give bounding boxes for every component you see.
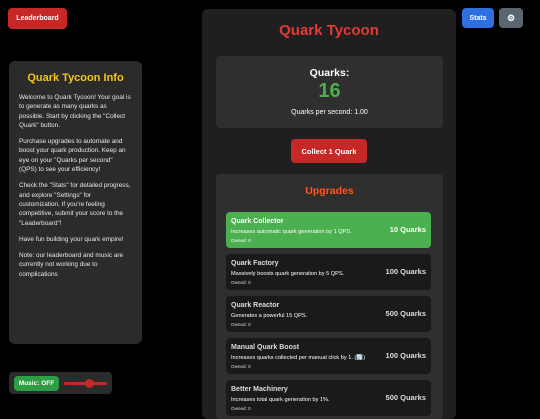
upgrade-quark-reactor[interactable]: Quark Reactor Generates a powerful 15 QP… [226,296,431,332]
upgrade-manual-quark-boost[interactable]: Manual Quark Boost Increases quarks coll… [226,338,431,374]
upgrade-description: Increases quarks collected per manual cl… [231,355,366,361]
qps-text: Quarks per second: 1.00 [291,109,368,116]
upgrade-cost: 500 Quarks [385,393,426,402]
collect-quark-button[interactable]: Collect 1 Quark [291,139,367,163]
info-paragraph: Welcome to Quark Tycoon! Your goal is to… [19,94,131,129]
quark-counter: Quarks: 16 Quarks per second: 1.00 [216,56,443,128]
quarks-value: 16 [318,80,341,102]
music-controls: Music: OFF [9,372,112,394]
upgrade-better-machinery[interactable]: Better Machinery Increases total quark g… [226,380,431,416]
upgrades-title: Upgrades [305,185,354,197]
settings-button[interactable]: ⚙ [499,8,523,28]
upgrade-quark-collector[interactable]: Quark Collector Increases automatic quar… [226,212,431,248]
upgrade-name: Quark Reactor [231,302,280,309]
volume-slider[interactable] [63,378,107,388]
upgrade-owned: Owned: 0 [231,406,251,411]
info-paragraph: Have fun building your quark empire! [19,235,124,243]
upgrade-cost: 100 Quarks [385,351,426,360]
info-paragraph: Purchase upgrades to automate and boost … [19,138,126,174]
info-paragraph: Check the "Stats" for detailed progress,… [19,182,131,227]
upgrade-owned: Owned: 0 [231,322,251,327]
upgrades-panel: Upgrades Quark Collector Increases autom… [216,174,443,419]
upgrade-description: Generates a powerful 15 QPS. [231,313,308,319]
game-title: Quark Tycoon [279,22,379,39]
upgrade-quark-factory[interactable]: Quark Factory Massively boosts quark gen… [226,254,431,290]
upgrade-owned: Owned: 0 [231,280,251,285]
upgrade-description: Increases automatic quark generation by … [231,229,352,235]
info-paragraph: Note: our leaderboard and music are curr… [19,252,124,278]
volume-slider-thumb[interactable] [85,378,95,388]
leaderboard-button[interactable]: Leaderboard [8,8,67,29]
stats-button[interactable]: Stats [462,8,494,28]
upgrade-name: Quark Collector [231,218,284,225]
upgrade-description: Increases total quark generation by 1%. [231,397,330,403]
upgrade-owned: Owned: 0 [231,238,251,243]
upgrade-name: Manual Quark Boost [231,344,300,351]
gear-icon: ⚙ [506,12,516,23]
music-toggle-button[interactable]: Music: OFF [14,375,59,391]
info-title: Quark Tycoon Info [27,72,124,84]
upgrade-cost: 100 Quarks [385,267,426,276]
upgrade-cost: 10 Quarks [389,225,426,234]
upgrade-owned: Owned: 0 [231,364,251,369]
upgrade-description: Massively boosts quark generation by 5 Q… [231,271,345,277]
info-panel: Quark Tycoon Info Welcome to Quark Tycoo… [9,61,142,344]
quarks-label: Quarks: [309,67,350,79]
upgrade-name: Quark Factory [231,260,279,267]
upgrade-name: Better Machinery [231,386,288,393]
game-panel: Quark Tycoon Quarks: 16 Quarks per secon… [202,9,456,419]
upgrade-cost: 500 Quarks [385,309,426,318]
